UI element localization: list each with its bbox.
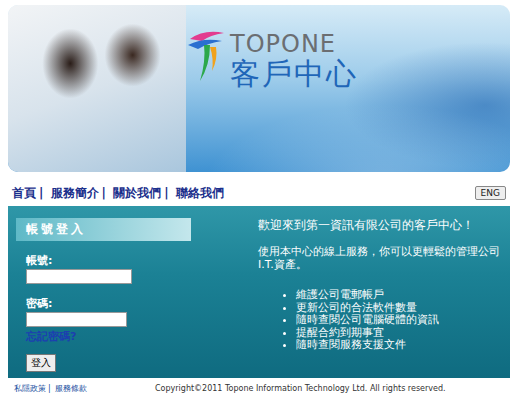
footer-link[interactable]: 服務條款 — [55, 384, 87, 393]
nav-separator: | — [164, 186, 168, 200]
nav-separator: | — [102, 186, 106, 200]
copyright: Copyright©2011 Topone Information Techno… — [155, 384, 510, 393]
logo-subtitle: 客戶中心 — [230, 57, 358, 91]
banner: TOPONE 客戶中心 — [8, 5, 510, 172]
nav-item[interactable]: 首頁 — [12, 186, 36, 200]
nav-item[interactable]: 聯絡我們 — [176, 186, 224, 200]
logo-icon — [184, 25, 228, 85]
login-button[interactable]: 登入 — [26, 354, 56, 372]
nav-item[interactable]: 關於我們 — [113, 186, 161, 200]
feature-item: 隨時查閱服務支援文件 — [296, 339, 506, 352]
password-label: 密碼: — [26, 296, 191, 311]
footer: 私隱政策| 服務條款 Copyright©2011 Topone Informa… — [8, 383, 510, 394]
login-box: 帳號登入 帳號: 密碼: 忘記密碼? 登入 — [16, 218, 191, 378]
feature-item: 提醒合約到期事宜 — [296, 327, 506, 340]
main-panel: 帳號登入 帳號: 密碼: 忘記密碼? 登入 歡迎來到第一資訊有限公司的客戶中心！… — [8, 206, 510, 378]
logo: TOPONE 客戶中心 — [184, 5, 358, 172]
username-label: 帳號: — [26, 253, 191, 268]
welcome-heading: 歡迎來到第一資訊有限公司的客戶中心！ — [258, 218, 506, 233]
feature-item: 隨時查閱公司電腦硬體的資訊 — [296, 314, 506, 327]
footer-separator: | — [48, 384, 51, 393]
logo-name: TOPONE — [230, 31, 358, 57]
forgot-password-link[interactable]: 忘記密碼? — [16, 329, 191, 344]
footer-link[interactable]: 私隱政策 — [14, 384, 46, 393]
nav-item[interactable]: 服務簡介 — [51, 186, 99, 200]
nav-menu: 首頁| 服務簡介| 關於我們| 聯絡我們 — [8, 185, 224, 202]
language-button[interactable]: ENG — [475, 186, 506, 200]
welcome-intro: 使用本中心的線上服務，你可以更輕鬆的管理公司I.T.資產。 — [258, 245, 506, 271]
password-input[interactable] — [26, 312, 127, 327]
nav-bar: 首頁| 服務簡介| 關於我們| 聯絡我們 ENG — [8, 184, 510, 202]
page: TOPONE 客戶中心 首頁| 服務簡介| 關於我們| 聯絡我們 ENG 帳號登… — [0, 0, 517, 401]
feature-item: 維護公司電郵帳戶 — [296, 289, 506, 302]
nav-separator: | — [39, 186, 43, 200]
login-title: 帳號登入 — [16, 218, 191, 241]
banner-photo — [8, 5, 186, 172]
username-input[interactable] — [26, 269, 132, 284]
feature-list: 維護公司電郵帳戶更新公司的合法軟件數量隨時查閱公司電腦硬體的資訊提醒合約到期事宜… — [258, 289, 506, 352]
welcome-section: 歡迎來到第一資訊有限公司的客戶中心！ 使用本中心的線上服務，你可以更輕鬆的管理公… — [258, 218, 506, 378]
feature-item: 更新公司的合法軟件數量 — [296, 302, 506, 315]
